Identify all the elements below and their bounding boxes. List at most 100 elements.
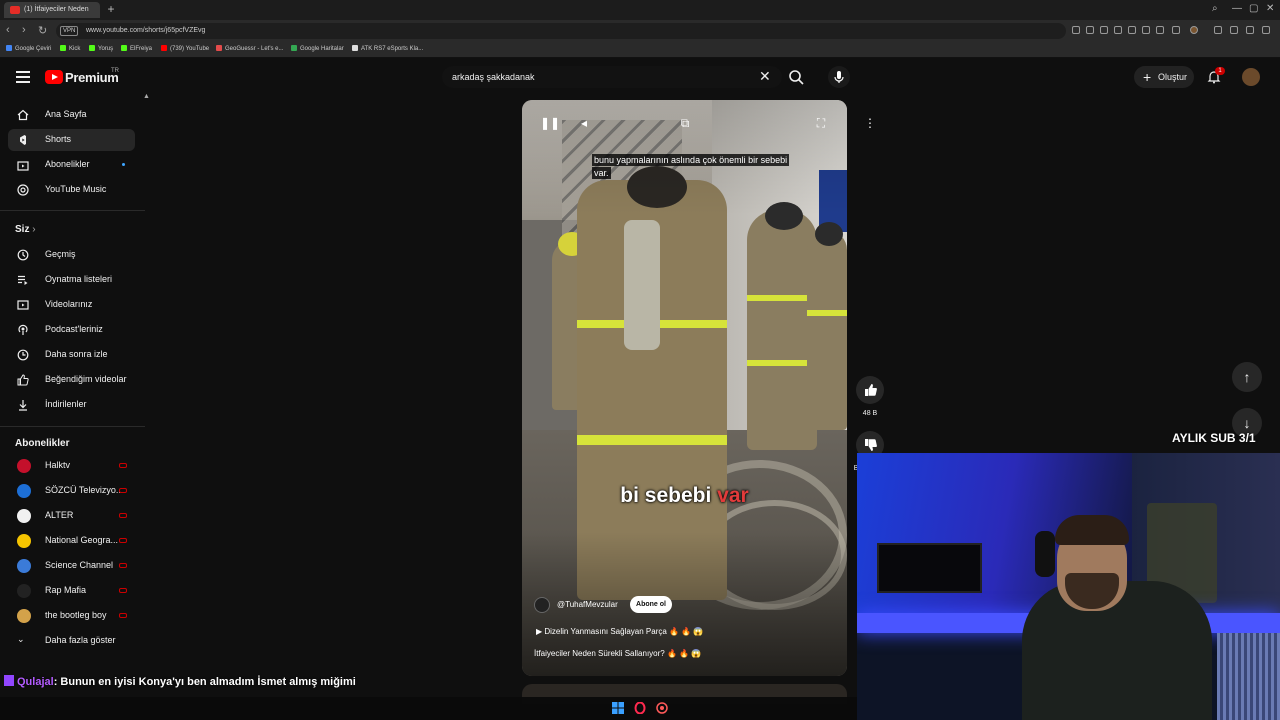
search-input[interactable]: arkadaş şakkadanak: [442, 66, 782, 88]
bookmark-item[interactable]: GeoGuessr - Let's e...: [216, 45, 284, 52]
miniplayer-icon[interactable]: ⧉: [678, 116, 692, 130]
sidebar-item-youtube-music[interactable]: YouTube Music: [8, 179, 135, 201]
webcam-overlay: [857, 453, 1280, 720]
sidebar-channel-science-channel[interactable]: Science Channel: [8, 555, 135, 577]
sidebar-channel-sozcu[interactable]: SÖZCÜ Televizyo...: [8, 480, 135, 502]
bookmark-item[interactable]: Yoruş: [89, 45, 113, 52]
new-tab-button[interactable]: +: [104, 2, 118, 16]
sidebar-item-shorts[interactable]: Shorts: [8, 129, 135, 151]
url-field[interactable]: VPN www.youtube.com/shorts/j65pcfVZEvg: [56, 23, 1066, 39]
search-tabs-icon[interactable]: ⌕: [1212, 3, 1218, 14]
subscribe-button[interactable]: Abone ol: [630, 596, 672, 613]
volume-icon[interactable]: ◂: [577, 116, 591, 130]
bookmark-item[interactable]: Google Çeviri: [6, 45, 51, 52]
profile-avatar-icon[interactable]: [1190, 26, 1198, 34]
vpn-badge[interactable]: VPN: [60, 26, 79, 36]
shorts-icon: [20, 135, 26, 145]
extension-icon[interactable]: [1114, 26, 1122, 34]
sidebar-channel-alter[interactable]: ALTER: [8, 505, 135, 527]
heart-icon[interactable]: [1142, 26, 1150, 34]
extension-icon[interactable]: [1128, 26, 1136, 34]
sidebar-item-label: Geçmiş: [45, 249, 76, 259]
like-button[interactable]: [856, 376, 884, 404]
live-icon: [119, 613, 127, 618]
sidebar-item-history[interactable]: Geçmiş: [8, 244, 135, 266]
sidebar-channel-the-bootleg-boy[interactable]: the bootleg boy: [8, 605, 135, 627]
sidebar-item-label: Halktv: [45, 460, 71, 470]
arrow-down-icon: ↓: [1243, 415, 1251, 431]
bookmark-item[interactable]: (739) YouTube: [161, 45, 209, 52]
sidebar-item-subscriptions[interactable]: Abonelikler: [8, 154, 135, 176]
sidebar-divider: [0, 426, 145, 427]
close-window-button[interactable]: ✕: [1266, 3, 1274, 14]
opera-gx-icon[interactable]: [634, 702, 646, 714]
chat-message: : Bunun en iyisi Konya'yı ben almadım İs…: [53, 676, 356, 688]
sidebar-item-home[interactable]: Ana Sayfa: [8, 104, 135, 126]
sub-goal-overlay: AYLIK SUB 3/1: [1172, 431, 1256, 445]
youtube-favicon-icon: [10, 6, 20, 14]
settings-icon[interactable]: [1262, 26, 1270, 34]
more-options-icon[interactable]: ⋮: [862, 116, 878, 134]
youtube-logo-icon[interactable]: [45, 70, 63, 84]
menu-icon[interactable]: [1172, 26, 1180, 34]
extension-icon[interactable]: [1230, 26, 1238, 34]
sidebar-item-playlists[interactable]: Oynatma listeleri: [8, 269, 135, 291]
video-caption-top: bunu yapmalarının aslında çok önemli bir…: [592, 154, 790, 179]
browser-tab[interactable]: (1) İtfaiyeciler Neden: [4, 2, 100, 18]
chevron-up-icon[interactable]: ▲: [143, 93, 150, 100]
clear-search-icon[interactable]: ✕: [759, 68, 771, 85]
search-icon[interactable]: [787, 68, 805, 86]
fullscreen-icon[interactable]: ⛶: [814, 116, 828, 130]
chevron-down-icon: ⌄: [17, 634, 25, 644]
create-button[interactable]: + Oluştur: [1134, 66, 1194, 88]
app-icon[interactable]: [656, 702, 668, 714]
menu-icon[interactable]: [16, 71, 30, 83]
back-icon[interactable]: ‹: [6, 24, 10, 36]
sidebar-section-you[interactable]: Siz ›: [15, 224, 36, 235]
maximize-button[interactable]: ▢: [1249, 3, 1258, 14]
bookmark-item[interactable]: Google Haritalar: [291, 45, 344, 52]
voice-search-button[interactable]: [828, 66, 850, 88]
like-count: 48 B: [862, 410, 878, 417]
music-icon: [17, 184, 29, 196]
video-subtitle: bi sebebi var: [620, 484, 749, 507]
channel-avatar[interactable]: [534, 597, 550, 613]
minimize-button[interactable]: —: [1232, 3, 1242, 14]
live-icon: [119, 563, 127, 568]
sidebar-item-watch-later[interactable]: Daha sonra izle: [8, 344, 135, 366]
bookmark-item[interactable]: ElFreiya: [121, 45, 152, 52]
sidebar-channel-national-geographic[interactable]: National Geogra...: [8, 530, 135, 552]
avatar[interactable]: [1242, 68, 1260, 86]
live-icon: [119, 513, 127, 518]
sidebar-channel-halktv[interactable]: Halktv: [8, 455, 135, 477]
extension-icon[interactable]: [1072, 26, 1080, 34]
plus-icon: +: [1143, 69, 1152, 85]
extension-icon[interactable]: [1246, 26, 1254, 34]
windows-start-icon[interactable]: [612, 702, 624, 714]
show-more-button[interactable]: ⌄ Daha fazla göster: [8, 630, 135, 652]
extension-icon[interactable]: [1100, 26, 1108, 34]
download-icon: [19, 400, 27, 411]
pause-icon[interactable]: ❚❚: [540, 116, 560, 130]
sidebar-item-label: National Geogra...: [45, 535, 119, 545]
sidebar-item-downloads[interactable]: İndirilenler: [8, 394, 135, 416]
music-link[interactable]: ▶ Dizelin Yanmasını Sağlayan Parça 🔥 🔥 😱: [536, 627, 703, 636]
bookmark-item[interactable]: Kick: [60, 45, 80, 52]
download-icon[interactable]: [1156, 26, 1164, 34]
extension-icon[interactable]: [1086, 26, 1094, 34]
bookmark-item[interactable]: ATK RS7 eSports Kla...: [352, 45, 423, 52]
short-video-player[interactable]: ❚❚ ◂ ⧉ ⛶ bunu yapmalarının aslında çok ö…: [522, 100, 847, 676]
previous-short-button[interactable]: ↑: [1232, 362, 1262, 392]
sidebar-channel-rap-mafia[interactable]: Rap Mafia: [8, 580, 135, 602]
bookmarks-bar: Google Çeviri Kick Yoruş ElFreiya (739) …: [0, 42, 1280, 58]
channel-avatar: [17, 584, 31, 598]
sidebar-item-your-videos[interactable]: Videolarınız: [8, 294, 135, 316]
channel-name[interactable]: @TuhafMevzular: [557, 600, 618, 609]
sidebar-item-podcasts[interactable]: Podcast'leriniz: [8, 319, 135, 341]
extension-icon[interactable]: [1214, 26, 1222, 34]
video-title[interactable]: İtfaiyeciler Neden Sürekli Sallanıyor? 🔥…: [534, 649, 701, 658]
reload-icon[interactable]: ↻: [38, 24, 47, 37]
sidebar-item-liked-videos[interactable]: Beğendiğim videolar: [8, 369, 135, 391]
forward-icon[interactable]: ›: [22, 24, 26, 36]
sidebar-item-label: Daha sonra izle: [45, 349, 108, 359]
